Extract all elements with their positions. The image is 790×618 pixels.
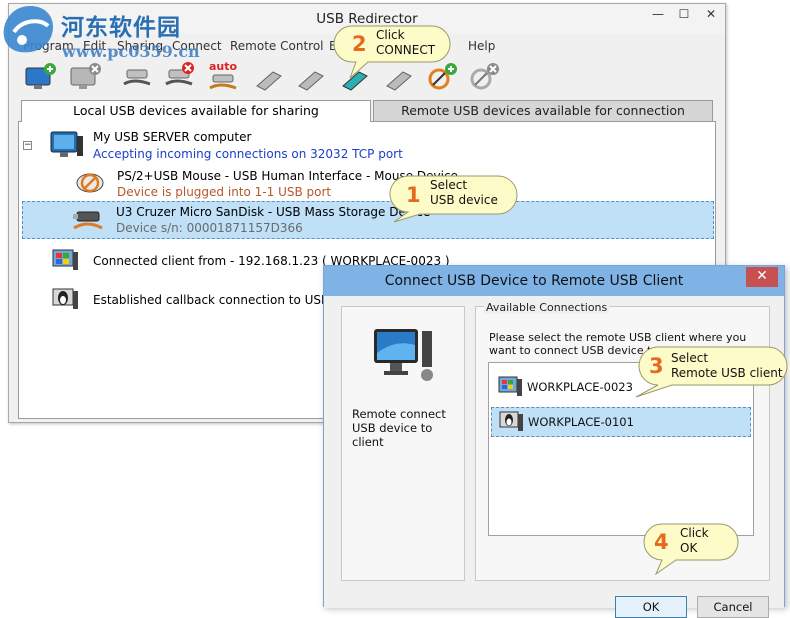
callout-text-line1: Select [430, 178, 468, 192]
monitor-add-icon [25, 63, 56, 89]
callout-text-line2: CONNECT [376, 43, 436, 57]
ok-button[interactable]: OK [615, 596, 687, 618]
watermark-url: www.pc0359.cn [62, 42, 200, 61]
auto-label: auto [209, 60, 238, 73]
close-button[interactable]: ✕ [697, 4, 725, 26]
unshare-device-button[interactable] [163, 60, 195, 94]
callout-number: 4 [654, 530, 669, 554]
server-row[interactable]: − My USB SERVER computer Accepting incom… [19, 127, 715, 163]
dialog-illustration-panel: Remote connect USB device to client [341, 306, 465, 581]
cancel-button[interactable]: Cancel [697, 596, 769, 618]
linux-client-icon [499, 411, 523, 431]
monitor-remove-icon [70, 63, 101, 89]
server-computer-icon [50, 131, 83, 157]
callout-text-line2: USB device [430, 193, 498, 207]
dialog-title-bar: Connect USB Device to Remote USB Client … [324, 266, 784, 296]
menu-help[interactable]: Help [468, 39, 495, 53]
usb-drive-icon [73, 211, 103, 230]
callout-number: 1 [406, 183, 421, 207]
mouse-device-status: Device is plugged into 1-1 USB port [117, 185, 332, 199]
tab-local-devices[interactable]: Local USB devices available for sharing [21, 100, 371, 122]
unshare-hand-icon [165, 62, 194, 86]
usb-plug-icon [298, 71, 324, 91]
dialog-title: Connect USB Device to Remote USB Client [384, 273, 684, 289]
connect-to-button[interactable] [295, 60, 327, 94]
auto-share-button[interactable]: auto [207, 60, 239, 94]
server-status: Accepting incoming connections on 32032 … [93, 147, 403, 161]
minimize-button[interactable]: — [645, 4, 671, 26]
callout-text-line2: OK [680, 541, 698, 555]
connection-label: WORKPLACE-0023 [527, 380, 633, 394]
windows-client-icon [52, 249, 78, 270]
group-legend: Available Connections [484, 301, 610, 314]
callout-text-line1: Click [680, 526, 709, 540]
watermark-logo-icon [3, 6, 54, 53]
linux-client-icon [52, 288, 78, 309]
connection-label: WORKPLACE-0101 [528, 415, 634, 429]
u3-device-serial: Device s/n: 00001871157D366 [116, 221, 303, 235]
add-server-button[interactable] [23, 60, 56, 94]
dialog-close-button[interactable]: ✕ [746, 267, 778, 287]
mouse-device-icon [76, 173, 104, 193]
share-hand-icon [123, 69, 151, 86]
callback-remove-icon [470, 63, 499, 90]
callout-number: 3 [649, 354, 664, 378]
callout-text-line2: Remote USB client [671, 366, 783, 380]
windows-client-icon [498, 376, 522, 396]
watermark-text: 河东软件园 [61, 14, 181, 41]
maximize-button[interactable]: ☐ [671, 4, 697, 26]
callout-number: 2 [352, 32, 367, 56]
usb-plug-icon [256, 71, 282, 91]
u3-device-row[interactable]: U3 Cruzer Micro SanDisk - USB Mass Stora… [22, 201, 714, 239]
mouse-device-row[interactable]: PS/2+USB Mouse - USB Human Interface - M… [19, 165, 715, 201]
dialog-caption: Remote connect USB device to client [352, 407, 446, 449]
share-device-button[interactable] [121, 60, 153, 94]
remote-monitor-icon [374, 329, 433, 381]
collapse-toggle[interactable]: − [23, 141, 32, 150]
tab-remote-devices[interactable]: Remote USB devices available for connect… [373, 100, 713, 122]
server-name: My USB SERVER computer [93, 130, 252, 144]
menu-remote-control[interactable]: Remote Control [230, 39, 324, 53]
disconnect-button[interactable] [253, 60, 285, 94]
callout-text-line1: Select [671, 351, 709, 365]
remove-callback-button[interactable] [467, 60, 499, 94]
connection-item-workplace-0101[interactable]: WORKPLACE-0101 [491, 407, 751, 437]
callout-text-line1: Click [376, 28, 405, 42]
remove-server-button[interactable] [68, 60, 101, 94]
